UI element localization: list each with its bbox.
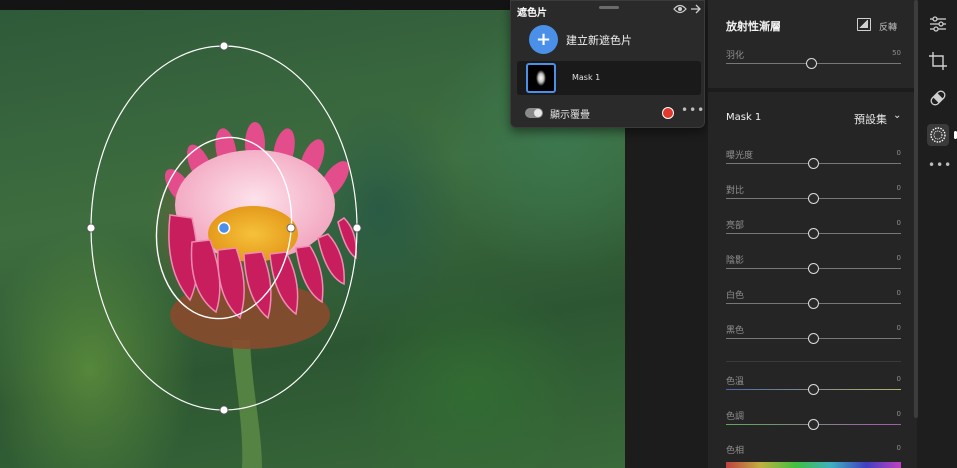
more-options-icon[interactable]: •••	[681, 103, 705, 117]
slider-label: 色溫	[726, 377, 745, 387]
tint-slider[interactable]: 色調 0	[726, 409, 901, 435]
hue-spectrum-bar[interactable]	[726, 462, 901, 468]
slider-value: 0	[896, 149, 901, 157]
chevron-down-icon[interactable]: ⌄	[893, 110, 901, 121]
slider-label: 色調	[726, 412, 745, 422]
slider-label: 亮部	[726, 221, 745, 231]
mask-thumbnail	[526, 63, 556, 93]
show-overlay-label: 顯示覆疊	[550, 110, 590, 121]
slider-value: 0	[896, 410, 901, 418]
healing-icon[interactable]	[927, 87, 949, 109]
slider-knob[interactable]	[808, 158, 819, 169]
highlights-slider[interactable]: 亮部 0	[726, 218, 901, 244]
slider-label: 曝光度	[726, 151, 754, 161]
slider-knob[interactable]	[806, 58, 818, 69]
slider-label: 羽化	[726, 51, 745, 61]
invert-label[interactable]: 反轉	[879, 20, 897, 33]
show-overlay-toggle[interactable]	[525, 108, 543, 118]
presets-dropdown[interactable]: 預設集	[854, 111, 887, 127]
create-new-mask-label: 建立新遮色片	[566, 33, 632, 47]
panel-drag-handle[interactable]	[599, 6, 619, 9]
tool-strip: •••	[918, 0, 957, 468]
exposure-slider[interactable]: 曝光度 0	[726, 148, 901, 174]
panel-title: 放射性漸層	[726, 20, 781, 33]
section-divider	[726, 361, 901, 362]
blacks-slider[interactable]: 黑色 0	[726, 323, 901, 349]
crop-icon[interactable]	[927, 50, 949, 72]
slider-knob[interactable]	[808, 193, 819, 204]
slider-knob[interactable]	[808, 263, 819, 274]
slider-value: 0	[896, 254, 901, 262]
masking-icon[interactable]	[927, 124, 949, 146]
invert-icon[interactable]	[857, 18, 871, 31]
eye-icon[interactable]	[673, 3, 687, 15]
radial-gradient-section: 放射性漸層 反轉 羽化 50	[708, 0, 917, 92]
slider-knob[interactable]	[808, 228, 819, 239]
slider-value: 0	[896, 219, 901, 227]
collapse-arrow-icon[interactable]	[689, 2, 703, 16]
slider-value: 50	[892, 49, 901, 57]
mask-section-title: Mask 1	[726, 112, 762, 123]
slider-knob[interactable]	[808, 298, 819, 309]
slider-knob[interactable]	[808, 384, 819, 395]
sliders-icon[interactable]	[927, 13, 949, 35]
slider-label: 色相	[726, 446, 745, 456]
masks-panel[interactable]: 遮色片 + 建立新遮色片 Mask 1 顯示覆疊 •••	[510, 0, 705, 128]
slider-value: 0	[896, 324, 901, 332]
slider-value: 0	[896, 289, 901, 297]
shadows-slider[interactable]: 陰影 0	[726, 253, 901, 279]
slider-label: 白色	[726, 291, 745, 301]
masks-panel-title: 遮色片	[517, 8, 547, 19]
properties-panel: 放射性漸層 反轉 羽化 50 Mask 1 預設集 ⌄ 曝光度 0 對比 0 亮部 0 陰影…	[708, 0, 917, 468]
slider-value: 0	[896, 375, 901, 383]
whites-slider[interactable]: 白色 0	[726, 288, 901, 314]
slider-knob[interactable]	[808, 333, 819, 344]
overlay-color-swatch[interactable]	[662, 107, 674, 119]
slider-label: 陰影	[726, 256, 745, 266]
slider-knob[interactable]	[808, 419, 819, 430]
plus-icon[interactable]: +	[529, 25, 558, 54]
create-new-mask-button[interactable]: + 建立新遮色片	[529, 25, 632, 54]
slider-value: 0	[896, 184, 901, 192]
slider-label: 黑色	[726, 326, 745, 336]
mask-list-item[interactable]: Mask 1	[517, 61, 701, 95]
slider-value: 0	[896, 444, 901, 452]
mask-name: Mask 1	[572, 73, 601, 82]
show-overlay-row: 顯示覆疊 •••	[525, 103, 704, 121]
temperature-slider[interactable]: 色溫 0	[726, 374, 901, 400]
mask-adjustments-section: Mask 1 預設集 ⌄ 曝光度 0 對比 0 亮部 0 陰影 0 白色 0 黑色 0 色溫 0 色調 0 色…	[708, 96, 917, 468]
contrast-slider[interactable]: 對比 0	[726, 183, 901, 209]
slider-label: 對比	[726, 186, 745, 196]
feather-slider[interactable]: 羽化 50	[726, 48, 901, 74]
more-tools-icon[interactable]: •••	[928, 158, 952, 172]
